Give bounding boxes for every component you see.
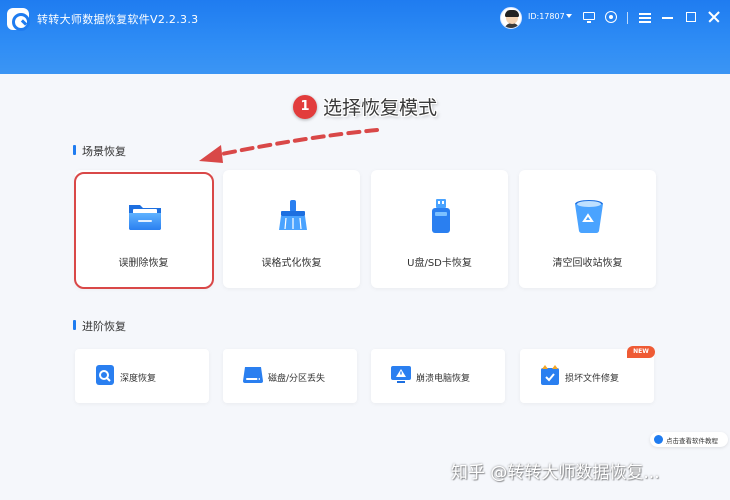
scene-card-recycle-bin-recovery[interactable]: 清空回收站恢复 [519,170,656,288]
disk-icon [243,367,263,383]
help-icon [654,435,663,444]
dashed-arrow-icon [199,128,379,163]
advanced-card-label: 崩溃电脑恢复 [416,374,471,384]
crashed-computer-icon [391,366,411,383]
app-logo-icon [7,8,30,31]
tutorial-link-text: 点击查看软件教程 [666,437,718,445]
advanced-card-label: 损坏文件修复 [565,374,620,384]
scene-card-label: 清空回收站恢复 [552,258,623,269]
tutorial-link[interactable]: 点击查看软件教程 [650,432,728,447]
scene-card-usb-sd-recovery[interactable]: U盘/SD卡恢复 [371,170,508,288]
repair-file-icon [541,365,559,385]
header-divider [627,12,628,24]
menu-icon[interactable] [638,10,652,24]
scene-card-label: 误格式化恢复 [261,258,322,269]
step-number-badge: 1 [293,95,317,119]
maximize-icon[interactable] [684,10,698,24]
advanced-card-label: 磁盘/分区丢失 [268,374,326,384]
support-icon[interactable] [604,10,618,24]
minimize-icon[interactable] [661,10,675,24]
advanced-card-crashed-computer-recovery[interactable]: 崩溃电脑恢复 [371,349,505,403]
close-icon[interactable] [707,10,721,24]
deep-scan-icon [96,365,114,385]
chevron-down-icon[interactable] [566,14,572,18]
recycle-bin-icon [575,200,603,234]
usb-drive-icon [432,199,450,233]
section-title-scene: 场景恢复 [73,145,126,158]
broom-icon [279,200,307,230]
section-title-advanced: 进阶恢复 [73,320,126,333]
user-avatar[interactable] [500,7,522,29]
monitor-icon[interactable] [582,10,596,24]
watermark-text: 知乎 @转转大师数据恢复... [451,463,660,483]
advanced-card-disk-partition-loss[interactable]: 磁盘/分区丢失 [223,349,357,403]
scene-card-label: U盘/SD卡恢复 [407,258,472,269]
advanced-card-deep-recovery[interactable]: 深度恢复 [75,349,209,403]
app-title: 转转大师数据恢复软件V2.2.3.3 [37,13,199,26]
user-id-label[interactable]: ID:17807 [528,12,565,21]
title-bar: 转转大师数据恢复软件V2.2.3.3 ID:17807 [0,0,730,74]
scene-card-format-recovery[interactable]: 误格式化恢复 [223,170,360,288]
advanced-card-label: 深度恢复 [120,374,157,384]
annotation-text: 选择恢复模式 [323,97,438,119]
selection-highlight-frame [74,172,214,289]
new-badge: NEW [627,346,655,358]
